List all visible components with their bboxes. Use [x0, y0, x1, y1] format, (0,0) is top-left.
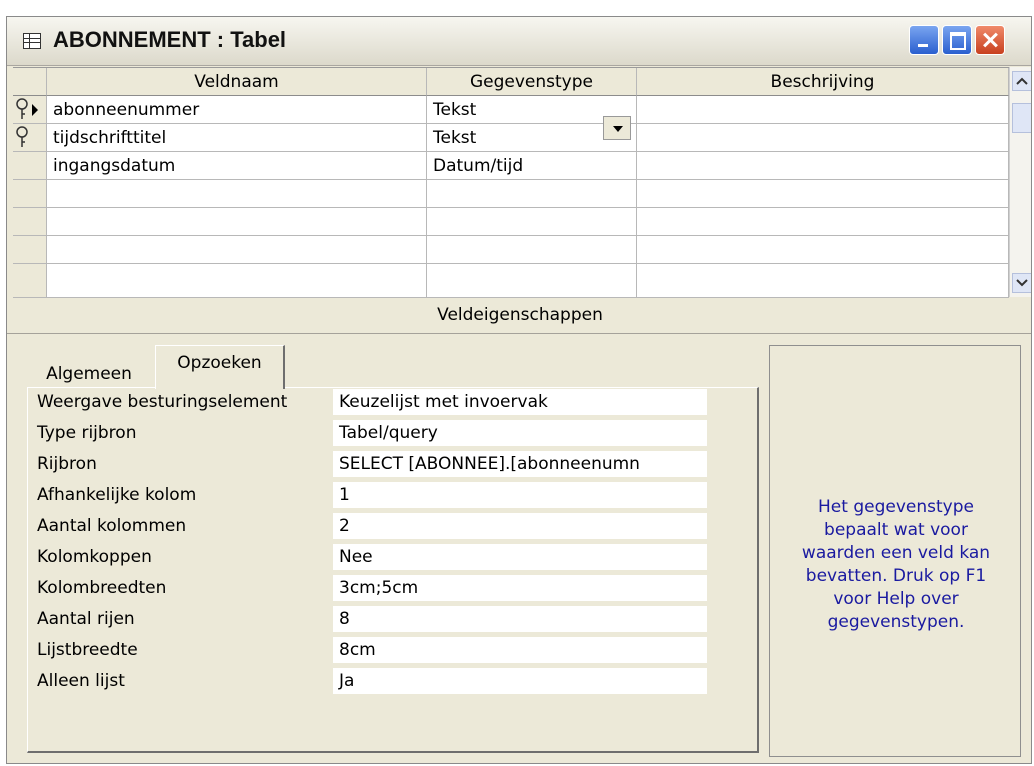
property-value[interactable]: 2: [333, 513, 707, 539]
header-veldnaam: Veldnaam: [47, 68, 427, 96]
row-selector[interactable]: [13, 208, 47, 236]
field-properties-heading: Veldeigenschappen: [437, 305, 603, 325]
minimize-icon[interactable]: [909, 25, 939, 55]
property-value[interactable]: SELECT [ABONNEE].[abonneenumn: [333, 451, 707, 477]
description-cell[interactable]: [637, 152, 1009, 180]
primary-key-icon: [16, 126, 28, 147]
scroll-up-icon[interactable]: [1012, 71, 1031, 91]
help-text: Het gegevenstype bepaalt wat voor waarde…: [801, 497, 991, 632]
field-name-cell[interactable]: ingangsdatum: [47, 152, 427, 180]
header-gegevenstype: Gegevenstype: [427, 68, 637, 96]
description-cell[interactable]: [637, 180, 1009, 208]
tab-algemeen[interactable]: Algemeen: [27, 359, 151, 389]
close-icon[interactable]: [975, 25, 1005, 55]
maximize-icon[interactable]: [942, 25, 972, 55]
property-value[interactable]: 8: [333, 606, 707, 632]
field-name-cell[interactable]: [47, 264, 427, 298]
field-name-cell[interactable]: [47, 208, 427, 236]
data-type-cell[interactable]: Datum/tijd: [427, 152, 637, 180]
description-cell[interactable]: [637, 264, 1009, 298]
property-label: Type rijbron: [37, 423, 137, 443]
property-label: Aantal kolommen: [37, 516, 187, 536]
row-selector-header: [13, 68, 47, 96]
property-value[interactable]: Keuzelijst met invoervak: [333, 389, 707, 415]
header-beschrijving: Beschrijving: [637, 68, 1009, 96]
field-name-cell[interactable]: tijdschrifttitel: [47, 124, 427, 152]
row-selector[interactable]: [13, 264, 47, 298]
property-label: Kolombreedten: [37, 578, 167, 598]
field-grid: Veldnaam Gegevenstype Beschrijving abonn…: [13, 67, 1009, 298]
tab-opzoeken[interactable]: Opzoeken: [155, 345, 285, 389]
divider: [7, 333, 1031, 334]
property-value[interactable]: Nee: [333, 544, 707, 570]
dropdown-arrow-icon[interactable]: [603, 116, 631, 140]
description-cell[interactable]: [637, 236, 1009, 264]
property-label: Aantal rijen: [37, 609, 135, 629]
data-type-cell[interactable]: [427, 236, 637, 264]
row-selector[interactable]: [13, 124, 47, 152]
property-label: Lijstbreedte: [37, 640, 138, 660]
row-selector[interactable]: [13, 96, 47, 124]
field-name-cell[interactable]: [47, 236, 427, 264]
title-bar[interactable]: ABONNEMENT : Tabel: [7, 17, 1031, 66]
property-value[interactable]: Ja: [333, 668, 707, 694]
table-icon: [23, 33, 41, 49]
field-name-cell[interactable]: [47, 180, 427, 208]
property-label: Weergave besturingselement: [37, 392, 288, 412]
help-panel: Het gegevenstype bepaalt wat voor waarde…: [769, 345, 1021, 757]
grid-scrollbar[interactable]: [1009, 67, 1031, 297]
property-label: Afhankelijke kolom: [37, 485, 197, 505]
primary-key-icon: [16, 98, 38, 119]
row-selector[interactable]: [13, 152, 47, 180]
property-value[interactable]: 3cm;5cm: [333, 575, 707, 601]
property-value[interactable]: Tabel/query: [333, 420, 707, 446]
row-selector[interactable]: [13, 236, 47, 264]
data-type-cell[interactable]: [427, 264, 637, 298]
property-value[interactable]: 1: [333, 482, 707, 508]
property-label: Alleen lijst: [37, 671, 125, 691]
window-title: ABONNEMENT : Tabel: [53, 27, 287, 52]
scroll-down-icon[interactable]: [1012, 273, 1031, 293]
field-name-cell[interactable]: abonneenummer: [47, 96, 427, 124]
row-pointer-icon: [32, 104, 38, 116]
description-cell[interactable]: [637, 96, 1009, 124]
property-label: Rijbron: [37, 454, 97, 474]
data-type-cell[interactable]: [427, 180, 637, 208]
property-value[interactable]: 8cm: [333, 637, 707, 663]
scroll-thumb[interactable]: [1012, 103, 1031, 133]
description-cell[interactable]: [637, 208, 1009, 236]
property-label: Kolomkoppen: [37, 547, 152, 567]
table-design-window: ABONNEMENT : Tabel Veldnaam Gegevenstype…: [6, 16, 1032, 764]
description-cell[interactable]: [637, 124, 1009, 152]
row-selector[interactable]: [13, 180, 47, 208]
data-type-cell[interactable]: [427, 208, 637, 236]
